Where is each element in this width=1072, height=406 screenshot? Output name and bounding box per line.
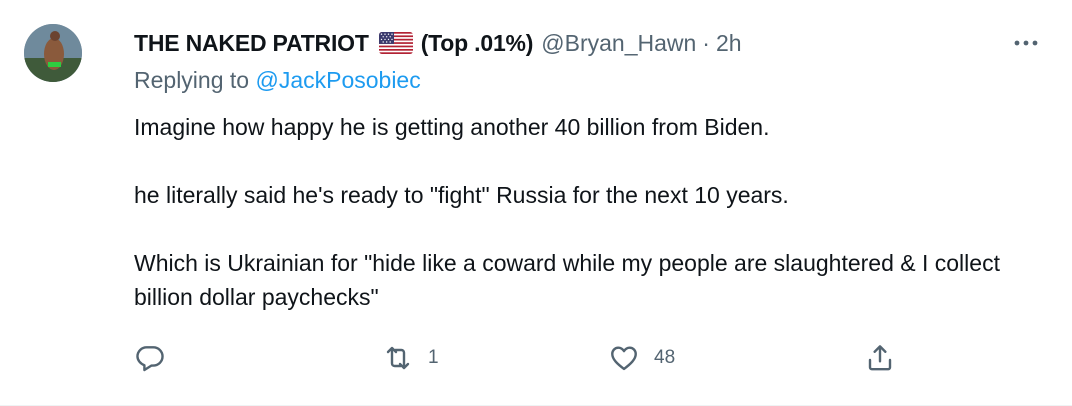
reply-icon <box>136 346 164 372</box>
tweet-paragraph-2: he literally said he's ready to "fight" … <box>134 182 789 208</box>
action-bar: 1 48 <box>134 340 1034 376</box>
avatar-image <box>24 24 82 82</box>
author-badge: (Top .01%) <box>420 29 534 56</box>
share-icon <box>868 345 892 371</box>
reply-button[interactable] <box>134 340 166 376</box>
replying-to-label: Replying to <box>134 67 250 93</box>
reply-mention-link[interactable]: @JackPosobiec <box>255 67 420 93</box>
tweet-card[interactable]: THE NAKED PATRIOT (Top .01%) @Bryan_Hawn… <box>0 0 1072 406</box>
author-handle[interactable]: @Bryan_Hawn <box>541 30 696 57</box>
tweet-paragraph-3: Which is Ukrainian for "hide like a cowa… <box>134 250 1000 310</box>
like-count: 48 <box>654 347 676 368</box>
replying-to-line: Replying to @JackPosobiec <box>134 67 421 94</box>
retweet-count: 1 <box>428 347 439 368</box>
more-dots-icon <box>1014 40 1038 46</box>
retweet-icon <box>386 346 410 370</box>
author-name[interactable]: THE NAKED PATRIOT <box>134 30 369 57</box>
tweet-paragraph-1: Imagine how happy he is getting another … <box>134 114 770 140</box>
like-button[interactable]: 48 <box>608 340 675 376</box>
tweet-text: Imagine how happy he is getting another … <box>134 110 1054 314</box>
separator-dot: · <box>702 29 710 56</box>
share-button[interactable] <box>864 340 896 376</box>
avatar[interactable] <box>24 24 82 82</box>
tweet-header: THE NAKED PATRIOT (Top .01%) @Bryan_Hawn… <box>134 28 742 58</box>
us-flag-icon <box>378 32 413 54</box>
tweet-timestamp[interactable]: 2h <box>716 30 742 57</box>
more-options-button[interactable] <box>1008 28 1044 58</box>
heart-icon <box>611 346 637 371</box>
retweet-button[interactable]: 1 <box>382 340 439 376</box>
